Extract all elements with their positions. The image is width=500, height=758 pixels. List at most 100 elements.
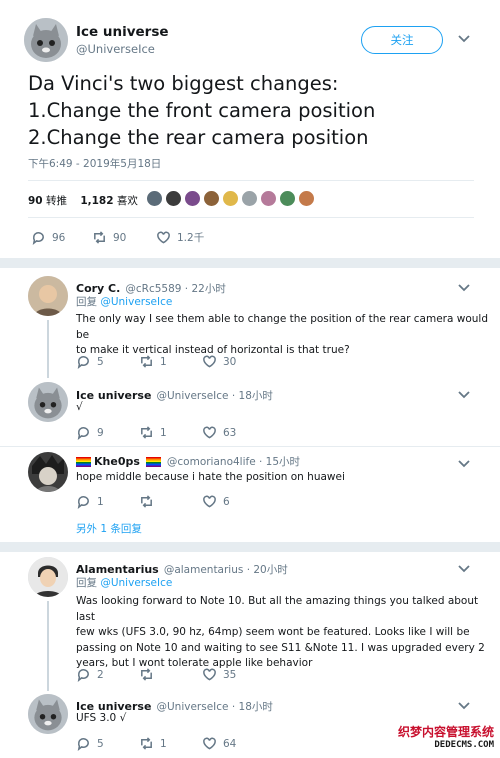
chevron-down-icon[interactable] [458,32,470,47]
author-handle[interactable]: @UniverseIce [76,42,155,56]
reply-text-line: passing on Note 10 and waiting to see S1… [76,641,485,654]
reply-text: √ [76,401,83,413]
retweet-icon [141,495,152,508]
reply-author-handle[interactable]: @comoriano4life · 15小时 [167,454,300,469]
avatar[interactable] [279,190,296,207]
rainbow-flag-icon [76,456,91,467]
reply-author-name[interactable]: Khe0ps [94,455,140,468]
anime-avatar-icon [28,452,68,492]
reply-button[interactable]: 96 [31,230,65,245]
like-icon [203,737,216,750]
retweet-icon [141,355,152,368]
retweets-label[interactable]: 转推 [46,195,67,207]
likes-label[interactable]: 喜欢 [117,195,138,207]
reply-text: The only way I see them able to change t… [76,312,496,359]
reply-count: 9 [97,426,104,439]
show-more-replies-link[interactable]: 另外 1 条回复 [76,521,142,536]
tweet-text: Da Vinci's two biggest changes: 1.Change… [28,70,488,151]
reply-text-line: few wks (UFS 3.0, 90 hz, 64mp) seem wont… [76,626,470,638]
replying-to: 回复 @UniverseIce [76,575,172,590]
retweet-button[interactable] [139,667,154,682]
author-name[interactable]: Ice universe [76,24,169,40]
avatar[interactable] [146,190,163,207]
reply-button[interactable]: 9 [76,425,104,440]
divider [0,446,500,447]
reply-author-handle[interactable]: @UniverseIce · 18小时 [157,390,273,402]
reply-text: Was looking forward to Note 10. But all … [76,594,496,672]
tweet-timestamp[interactable]: 下午6:49 - 2019年5月18日 [28,156,161,171]
like-button[interactable]: 6 [202,494,230,509]
like-count: 1.2千 [177,232,205,244]
retweet-icon [94,231,105,244]
retweet-button[interactable]: 90 [92,230,126,245]
avatar[interactable] [260,190,277,207]
avatar[interactable] [203,190,220,207]
avatar[interactable] [184,190,201,207]
reply-author-handle[interactable]: @UniverseIce · 18小时 [157,701,273,713]
avatar[interactable] [222,190,239,207]
avatar[interactable] [298,190,315,207]
retweet-count: 1 [160,355,167,368]
like-icon [157,231,170,244]
section-divider [0,258,500,268]
divider [28,180,474,181]
person-avatar-icon [28,557,68,597]
retweet-button[interactable]: 1 [139,425,167,440]
reply-count: 2 [97,668,104,681]
chevron-down-icon[interactable] [458,388,470,403]
reply-text-line: The only way I see them able to change t… [76,313,489,341]
thread-line [47,320,49,378]
like-count: 35 [223,668,237,681]
reply-prefix: 回复 [76,296,97,308]
reply-author-name[interactable]: Ice universe [76,389,151,402]
reply-button[interactable]: 5 [76,736,104,751]
reply-icon [77,669,89,682]
chevron-down-icon[interactable] [458,562,470,577]
liker-avatars [146,190,315,207]
reply-to-link[interactable]: @UniverseIce [100,296,172,308]
like-button[interactable]: 64 [202,736,236,751]
reply-icon [77,356,89,369]
reply-to-link[interactable]: @UniverseIce [100,577,172,589]
like-count: 6 [223,495,230,508]
like-icon [203,426,216,439]
thread-line [47,601,49,691]
person-avatar-icon [28,276,68,316]
reply-count: 5 [97,737,104,750]
retweet-count: 1 [160,426,167,439]
like-button[interactable]: 35 [202,667,236,682]
follow-button[interactable]: 关注 [361,26,443,54]
avatar[interactable] [28,557,68,597]
like-button[interactable]: 63 [202,425,236,440]
retweet-button[interactable] [139,494,154,509]
reply-text-line: Was looking forward to Note 10. But all … [76,595,479,623]
reply-icon [77,496,89,509]
reply-button[interactable]: 1 [76,494,104,509]
chevron-down-icon[interactable] [458,457,470,472]
avatar[interactable] [28,694,68,734]
likes-count[interactable]: 1,182 [80,195,113,207]
avatar[interactable] [28,452,68,492]
avatar[interactable] [28,382,68,422]
reply-button[interactable]: 2 [76,667,104,682]
like-button[interactable]: 1.2千 [156,230,204,245]
retweet-button[interactable]: 1 [139,354,167,369]
retweet-icon [141,426,152,439]
reply-author-handle[interactable]: @alamentarius · 20小时 [164,564,288,576]
retweets-count[interactable]: 90 [28,195,43,207]
chevron-down-icon[interactable] [458,699,470,714]
reply-button[interactable]: 5 [76,354,104,369]
replying-to: 回复 @UniverseIce [76,294,172,309]
reply-prefix: 回复 [76,577,97,589]
retweet-button[interactable]: 1 [139,736,167,751]
avatar[interactable] [241,190,258,207]
avatar[interactable] [165,190,182,207]
like-button[interactable]: 30 [202,354,236,369]
reply-header: Khe0ps @comoriano4life · 15小时 [76,454,300,469]
divider [28,217,474,218]
like-icon [203,495,216,508]
avatar[interactable] [28,276,68,316]
avatar[interactable] [24,18,68,62]
chevron-down-icon[interactable] [458,281,470,296]
reply-count: 5 [97,355,104,368]
